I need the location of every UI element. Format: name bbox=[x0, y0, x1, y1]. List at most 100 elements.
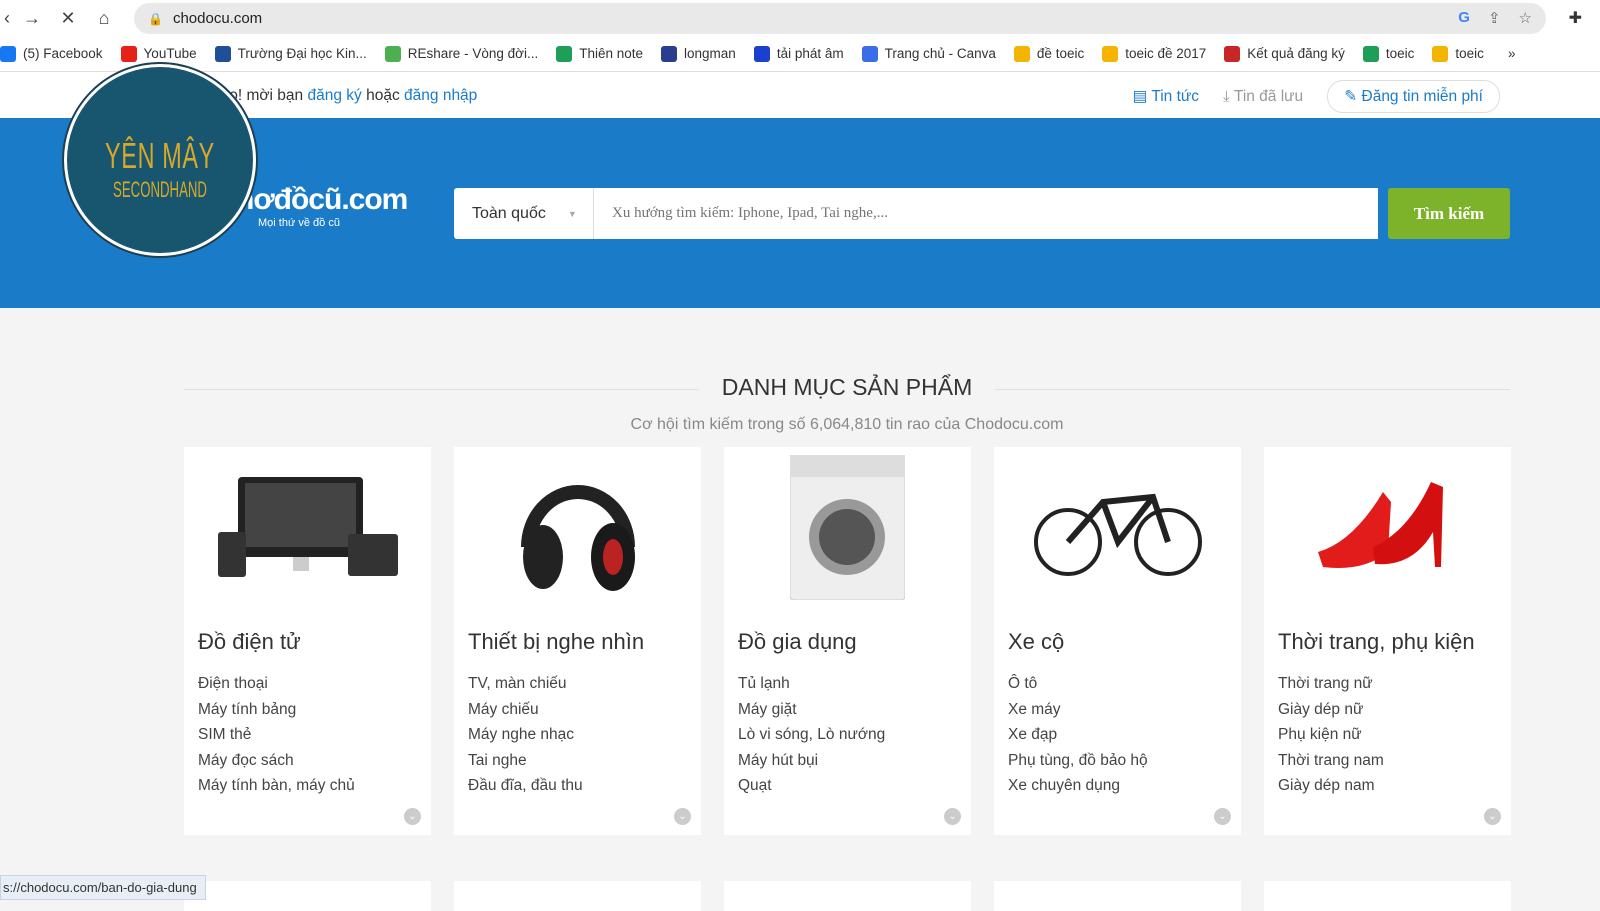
bookmark-label: toeic bbox=[1385, 46, 1415, 61]
watermark-badge: YÊN MÂY SECONDHAND bbox=[64, 64, 256, 256]
bookmark-item[interactable]: toeic bbox=[1362, 45, 1415, 62]
news-link[interactable]: ▤ Tin tức bbox=[1133, 87, 1199, 106]
subcategory-link[interactable]: Giày dép nữ bbox=[1278, 697, 1511, 723]
subcategory-link[interactable]: Xe đạp bbox=[1008, 722, 1241, 748]
chevron-down-icon[interactable]: ⌄ bbox=[674, 808, 691, 825]
bookmark-item[interactable]: tải phát âm bbox=[753, 45, 844, 62]
site-logo[interactable]: nơđồcũ.com Mọi thứ về đồ cũ bbox=[236, 183, 408, 229]
subcategory-list: Ô tô Xe máy Xe đạp Phụ tùng, đồ bảo hộ Xe ch… bbox=[1008, 671, 1241, 799]
post-label: Đăng tin miễn phí bbox=[1361, 88, 1484, 105]
bookmark-item[interactable]: Trang chủ - Canva bbox=[861, 45, 996, 62]
more-bookmarks-icon[interactable]: » bbox=[1508, 46, 1516, 61]
subcategory-link[interactable]: Đầu đĩa, đầu thu bbox=[468, 773, 701, 799]
chevron-down-icon[interactable]: ⌄ bbox=[404, 808, 421, 825]
logo-tagline: Mọi thứ về đồ cũ bbox=[258, 217, 340, 229]
subcategory-link[interactable]: Máy chiếu bbox=[468, 697, 701, 723]
chevron-down-icon[interactable]: ⌄ bbox=[1484, 808, 1501, 825]
forward-icon[interactable]: → bbox=[14, 8, 50, 29]
subcategory-link[interactable]: Phụ kiện nữ bbox=[1278, 722, 1511, 748]
bookmark-item[interactable]: (5) Facebook bbox=[0, 45, 103, 62]
bookmark-label: YouTube bbox=[143, 46, 197, 61]
star-icon[interactable]: ☆ bbox=[1519, 9, 1532, 27]
bicycle-image[interactable] bbox=[994, 447, 1241, 607]
subcategory-link[interactable]: Ô tô bbox=[1008, 671, 1241, 697]
bookmark-favicon-icon bbox=[753, 45, 770, 62]
category-title[interactable]: Đồ gia dụng bbox=[738, 629, 971, 655]
subcategory-link[interactable]: Giày dép nam bbox=[1278, 773, 1511, 799]
chevron-down-icon[interactable]: ⌄ bbox=[1214, 808, 1231, 825]
subcategory-link[interactable]: TV, màn chiếu bbox=[468, 671, 701, 697]
subcategory-link[interactable]: Máy nghe nhạc bbox=[468, 722, 701, 748]
subcategory-link[interactable]: Máy hút bụi bbox=[738, 748, 971, 774]
chevron-down-icon[interactable]: ⌄ bbox=[944, 808, 961, 825]
category-card[interactable] bbox=[184, 881, 431, 911]
subcategory-link[interactable]: Phụ tùng, đồ bảo hộ bbox=[1008, 748, 1241, 774]
bookmark-favicon-icon bbox=[1013, 45, 1030, 62]
region-select[interactable]: Toàn quốc ▼ bbox=[454, 188, 594, 239]
subcategory-link[interactable]: Thời trang nữ bbox=[1278, 671, 1511, 697]
search-input[interactable] bbox=[594, 188, 1378, 239]
saved-link[interactable]: ⤓ Tin đã lưu bbox=[1223, 88, 1303, 106]
url-text: chodocu.com bbox=[172, 10, 263, 27]
subcategory-link[interactable]: Thời trang nam bbox=[1278, 748, 1511, 774]
subcategory-link[interactable]: Xe máy bbox=[1008, 697, 1241, 723]
bookmark-item[interactable]: toeic bbox=[1432, 45, 1484, 62]
category-title[interactable]: Xe cộ bbox=[1008, 629, 1241, 655]
bookmark-label: REshare - Vòng đời... bbox=[407, 46, 539, 61]
bookmark-item[interactable]: REshare - Vòng đời... bbox=[384, 45, 539, 62]
subcategory-link[interactable]: Máy giặt bbox=[738, 697, 971, 723]
category-card[interactable] bbox=[724, 881, 971, 911]
computer-devices-image[interactable] bbox=[184, 447, 431, 607]
subcategory-link[interactable]: Xe chuyên dụng bbox=[1008, 773, 1241, 799]
subcategory-link[interactable]: Tủ lạnh bbox=[738, 671, 971, 697]
high-heels-image[interactable] bbox=[1264, 447, 1511, 607]
bookmark-item[interactable]: Trường Đại học Kin... bbox=[214, 45, 367, 62]
category-title[interactable]: Thiết bị nghe nhìn bbox=[468, 629, 701, 655]
subcategory-link[interactable]: Điện thoại bbox=[198, 671, 431, 697]
status-bar-url: s://chodocu.com/ban-do-gia-dung bbox=[0, 875, 206, 900]
stop-icon[interactable]: ✕ bbox=[50, 8, 86, 29]
login-link[interactable]: đăng nhập bbox=[404, 87, 477, 104]
bookmark-favicon-icon bbox=[1224, 45, 1241, 62]
bookmark-label: (5) Facebook bbox=[23, 46, 103, 61]
or-text: hoặc bbox=[366, 87, 400, 104]
subcategory-link[interactable]: Lò vi sóng, Lò nướng bbox=[738, 722, 971, 748]
bookmark-item[interactable]: YouTube bbox=[120, 45, 197, 62]
category-card[interactable] bbox=[994, 881, 1241, 911]
extensions-icon[interactable]: ✚ bbox=[1569, 8, 1582, 28]
back-icon[interactable]: ‹ bbox=[0, 8, 14, 29]
category-grid-row2 bbox=[184, 881, 1511, 911]
bookmark-label: longman bbox=[684, 46, 736, 61]
subcategory-link[interactable]: Tai nghe bbox=[468, 748, 701, 774]
category-card[interactable] bbox=[454, 881, 701, 911]
google-icon[interactable]: G bbox=[1458, 9, 1470, 27]
register-link[interactable]: đăng ký bbox=[307, 87, 361, 104]
bookmark-item[interactable]: đề toeic bbox=[1013, 45, 1084, 62]
subcategory-link[interactable]: Máy tính bàn, máy chủ bbox=[198, 773, 431, 799]
subcategory-link[interactable]: SIM thẻ bbox=[198, 722, 431, 748]
bookmark-favicon-icon bbox=[214, 45, 231, 62]
bookmark-favicon-icon bbox=[384, 45, 401, 62]
logo-text: nơđồcũ.com bbox=[236, 183, 408, 216]
subcategory-link[interactable]: Máy đọc sách bbox=[198, 748, 431, 774]
category-title[interactable]: Đồ điện tử bbox=[198, 629, 431, 655]
share-icon[interactable]: ⇪ bbox=[1488, 9, 1501, 27]
search-button[interactable]: Tìm kiếm bbox=[1388, 188, 1510, 239]
newspaper-icon: ▤ bbox=[1132, 88, 1148, 105]
home-icon[interactable]: ⌂ bbox=[86, 8, 122, 29]
subcategory-link[interactable]: Máy tính bảng bbox=[198, 697, 431, 723]
bookmark-item[interactable]: toeic đề 2017 bbox=[1102, 45, 1206, 62]
post-free-button[interactable]: ✎ Đăng tin miễn phí bbox=[1327, 80, 1500, 113]
category-card[interactable] bbox=[1264, 881, 1511, 911]
washing-machine-image[interactable] bbox=[724, 447, 971, 607]
headphones-image[interactable] bbox=[454, 447, 701, 607]
bookmark-item[interactable]: longman bbox=[661, 45, 736, 62]
bookmark-item[interactable]: Kết quả đăng ký bbox=[1224, 45, 1345, 62]
badge-line2: SECONDHAND bbox=[113, 177, 207, 202]
address-bar[interactable]: 🔒 chodocu.com G ⇪ ☆ bbox=[134, 3, 1546, 34]
search-bar: Toàn quốc ▼ bbox=[454, 188, 1378, 239]
category-title[interactable]: Thời trang, phụ kiện bbox=[1278, 629, 1511, 655]
subcategory-link[interactable]: Quạt bbox=[738, 773, 971, 799]
bookmark-favicon-icon bbox=[1102, 45, 1119, 62]
bookmark-item[interactable]: Thiên note bbox=[556, 45, 643, 62]
